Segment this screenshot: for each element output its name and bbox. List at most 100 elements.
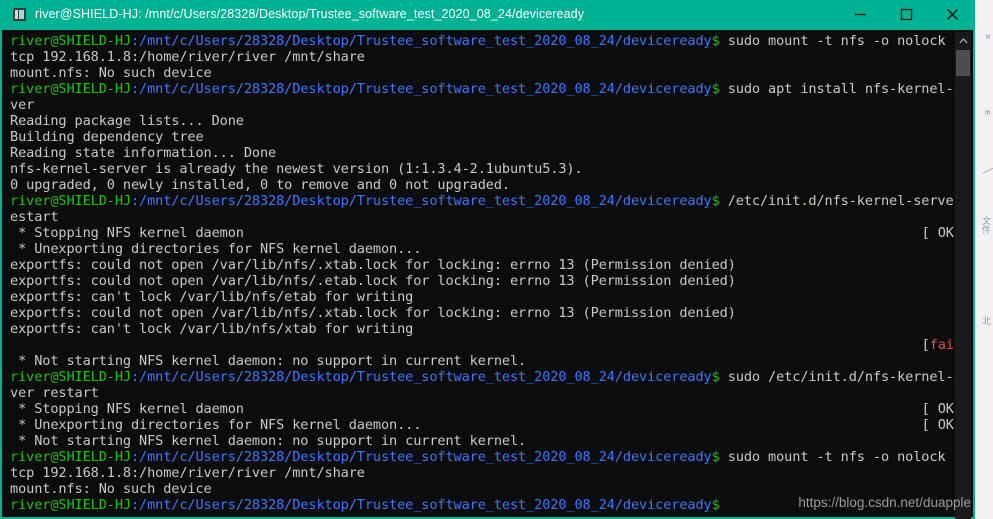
terminal-scrollbar[interactable] (955, 32, 971, 519)
output-text: mount.nfs: No such device (10, 481, 212, 497)
output-text: tcp 192.168.1.8:/home/river/river /mnt/s… (10, 49, 365, 65)
output-text: Reading package lists... Done (10, 113, 244, 129)
minimize-button[interactable] (837, 0, 883, 28)
terminal-output-line: [fail] (10, 337, 959, 353)
output-text: 0 upgraded, 0 newly installed, 0 to remo… (10, 177, 510, 193)
output-text: exportfs: could not open /var/lib/nfs/.e… (10, 273, 736, 289)
background-artifact-3: ╲ (983, 168, 993, 174)
status-badge-ok: [ OK ] (921, 401, 954, 417)
prompt-user-host: river@SHIELD-HJ (10, 449, 131, 465)
terminal-screen[interactable]: river@SHIELD-HJ:/mnt/c/Users/28328/Deskt… (4, 30, 959, 517)
terminal-output-line: exportfs: could not open /var/lib/nfs/.e… (10, 273, 959, 289)
chevron-up-icon (958, 37, 968, 43)
prompt-user-host: river@SHIELD-HJ (10, 81, 131, 97)
output-text: nfs-kernel-server is already the newest … (10, 161, 583, 177)
prompt-command: sudo apt install nfs-kernel-ser (719, 81, 959, 97)
output-text: exportfs: can't lock /var/lib/nfs/xtab f… (10, 321, 414, 337)
close-button[interactable] (929, 0, 975, 28)
prompt-path: :/mnt/c/Users/28328/Desktop/Trustee_soft… (130, 33, 712, 49)
desktop-background (975, 0, 993, 519)
terminal-output-line: exportfs: could not open /var/lib/nfs/.x… (10, 257, 959, 273)
status-badge-fail: [fail] (921, 337, 959, 353)
terminal-output-line: Reading state information... Done (10, 145, 959, 161)
terminal-output-line: * Stopping NFS kernel daemon [ OK ] (10, 225, 959, 241)
prompt-command: /etc/init.d/nfs-kernel-server r (719, 193, 959, 209)
title-bar[interactable]: river@SHIELD-HJ: /mnt/c/Users/28328/Desk… (0, 0, 975, 28)
output-text: mount.nfs: No such device (10, 65, 212, 81)
output-text: estart (10, 209, 59, 225)
output-text: Building dependency tree (10, 129, 204, 145)
terminal-output-line: * Not starting NFS kernel daemon: no sup… (10, 353, 959, 369)
terminal-output-line: 0 upgraded, 0 newly installed, 0 to remo… (10, 177, 959, 193)
terminal-output-line: tcp 192.168.1.8:/home/river/river /mnt/s… (10, 49, 959, 65)
prompt-user-host: river@SHIELD-HJ (10, 497, 131, 513)
output-text: ver restart (10, 385, 99, 401)
maximize-button[interactable] (883, 0, 929, 28)
prompt-symbol: $ (711, 193, 720, 209)
prompt-symbol: $ (711, 81, 720, 97)
terminal-output-line: tcp 192.168.1.8:/home/river/river /mnt/s… (10, 465, 959, 481)
terminal-output-line: exportfs: can't lock /var/lib/nfs/xtab f… (10, 321, 959, 337)
window-title: river@SHIELD-HJ: /mnt/c/Users/28328/Desk… (35, 7, 585, 21)
terminal-output-line: ver restart (10, 385, 959, 401)
output-text: ver (10, 97, 35, 113)
terminal-icon (13, 7, 26, 21)
background-artifact-4: 文件 (981, 216, 991, 234)
output-text: tcp 192.168.1.8:/home/river/river /mnt/s… (10, 465, 365, 481)
prompt-command: sudo mount -t nfs -o nolock -o (719, 449, 959, 465)
output-text: exportfs: can't lock /var/lib/nfs/etab f… (10, 289, 414, 305)
terminal-output-line: Building dependency tree (10, 129, 959, 145)
status-badge-ok: [ OK ] (921, 417, 954, 433)
prompt-user-host: river@SHIELD-HJ (10, 33, 131, 49)
terminal-prompt-line: river@SHIELD-HJ:/mnt/c/Users/28328/Deskt… (10, 193, 959, 209)
output-text: Reading state information... Done (10, 145, 277, 161)
prompt-path: :/mnt/c/Users/28328/Desktop/Trustee_soft… (130, 369, 712, 385)
status-badge-ok: [ OK ] (921, 225, 954, 241)
scrollbar-up-button[interactable] (955, 32, 971, 49)
terminal-body[interactable]: river@SHIELD-HJ:/mnt/c/Users/28328/Deskt… (0, 28, 975, 519)
terminal-output: river@SHIELD-HJ:/mnt/c/Users/28328/Deskt… (10, 33, 959, 513)
prompt-command: sudo mount -t nfs -o nolock -o (719, 33, 959, 49)
prompt-path: :/mnt/c/Users/28328/Desktop/Trustee_soft… (130, 497, 712, 513)
output-text: * Not starting NFS kernel daemon: no sup… (10, 433, 527, 449)
terminal-output-line: mount.nfs: No such device (10, 65, 959, 81)
prompt-path: :/mnt/c/Users/28328/Desktop/Trustee_soft… (130, 193, 712, 209)
terminal-output-line: * Stopping NFS kernel daemon [ OK ] (10, 401, 959, 417)
terminal-output-line: * Not starting NFS kernel daemon: no sup… (10, 433, 959, 449)
background-artifact-5: 北 (981, 316, 991, 325)
terminal-output-line: Reading package lists... Done (10, 113, 959, 129)
close-icon (946, 8, 958, 20)
output-text: * Stopping NFS kernel daemon (10, 225, 244, 241)
prompt-symbol: $ (711, 449, 720, 465)
output-text: * Unexporting directories for NFS kernel… (10, 417, 422, 433)
prompt-symbol: $ (711, 497, 720, 513)
terminal-output-line: estart (10, 209, 959, 225)
output-text: * Stopping NFS kernel daemon (10, 401, 244, 417)
scrollbar-thumb[interactable] (956, 50, 970, 76)
terminal-output-line: nfs-kernel-server is already the newest … (10, 161, 959, 177)
terminal-prompt-line: river@SHIELD-HJ:/mnt/c/Users/28328/Deskt… (10, 81, 959, 97)
terminal-output-line: ver (10, 97, 959, 113)
terminal-output-line: * Unexporting directories for NFS kernel… (10, 241, 959, 257)
prompt-path: :/mnt/c/Users/28328/Desktop/Trustee_soft… (130, 81, 712, 97)
terminal-prompt-line: river@SHIELD-HJ:/mnt/c/Users/28328/Deskt… (10, 449, 959, 465)
prompt-symbol: $ (711, 33, 720, 49)
terminal-prompt-line: river@SHIELD-HJ:/mnt/c/Users/28328/Deskt… (10, 369, 959, 385)
terminal-output-line: exportfs: could not open /var/lib/nfs/.x… (10, 305, 959, 321)
terminal-output-line: exportfs: can't lock /var/lib/nfs/etab f… (10, 289, 959, 305)
prompt-symbol: $ (711, 369, 720, 385)
output-text: * Unexporting directories for NFS kernel… (10, 241, 422, 257)
terminal-window: ≡ e. ╲ 文件 北 river@SHIELD-HJ: /mnt/c/User… (0, 0, 993, 519)
maximize-icon (900, 8, 912, 20)
minimize-icon (854, 13, 866, 15)
output-text: * Not starting NFS kernel daemon: no sup… (10, 353, 527, 369)
window-controls (837, 0, 975, 28)
watermark: https://blog.csdn.net/duapple (798, 495, 971, 510)
terminal-output-line: * Unexporting directories for NFS kernel… (10, 417, 959, 433)
background-artifact-1: ≡ (983, 34, 993, 40)
output-text: exportfs: could not open /var/lib/nfs/.x… (10, 305, 736, 321)
output-text: exportfs: could not open /var/lib/nfs/.x… (10, 257, 736, 273)
prompt-command: sudo /etc/init.d/nfs-kernel-ser (719, 369, 959, 385)
prompt-path: :/mnt/c/Users/28328/Desktop/Trustee_soft… (130, 449, 712, 465)
background-artifact-2: e. (983, 110, 993, 118)
